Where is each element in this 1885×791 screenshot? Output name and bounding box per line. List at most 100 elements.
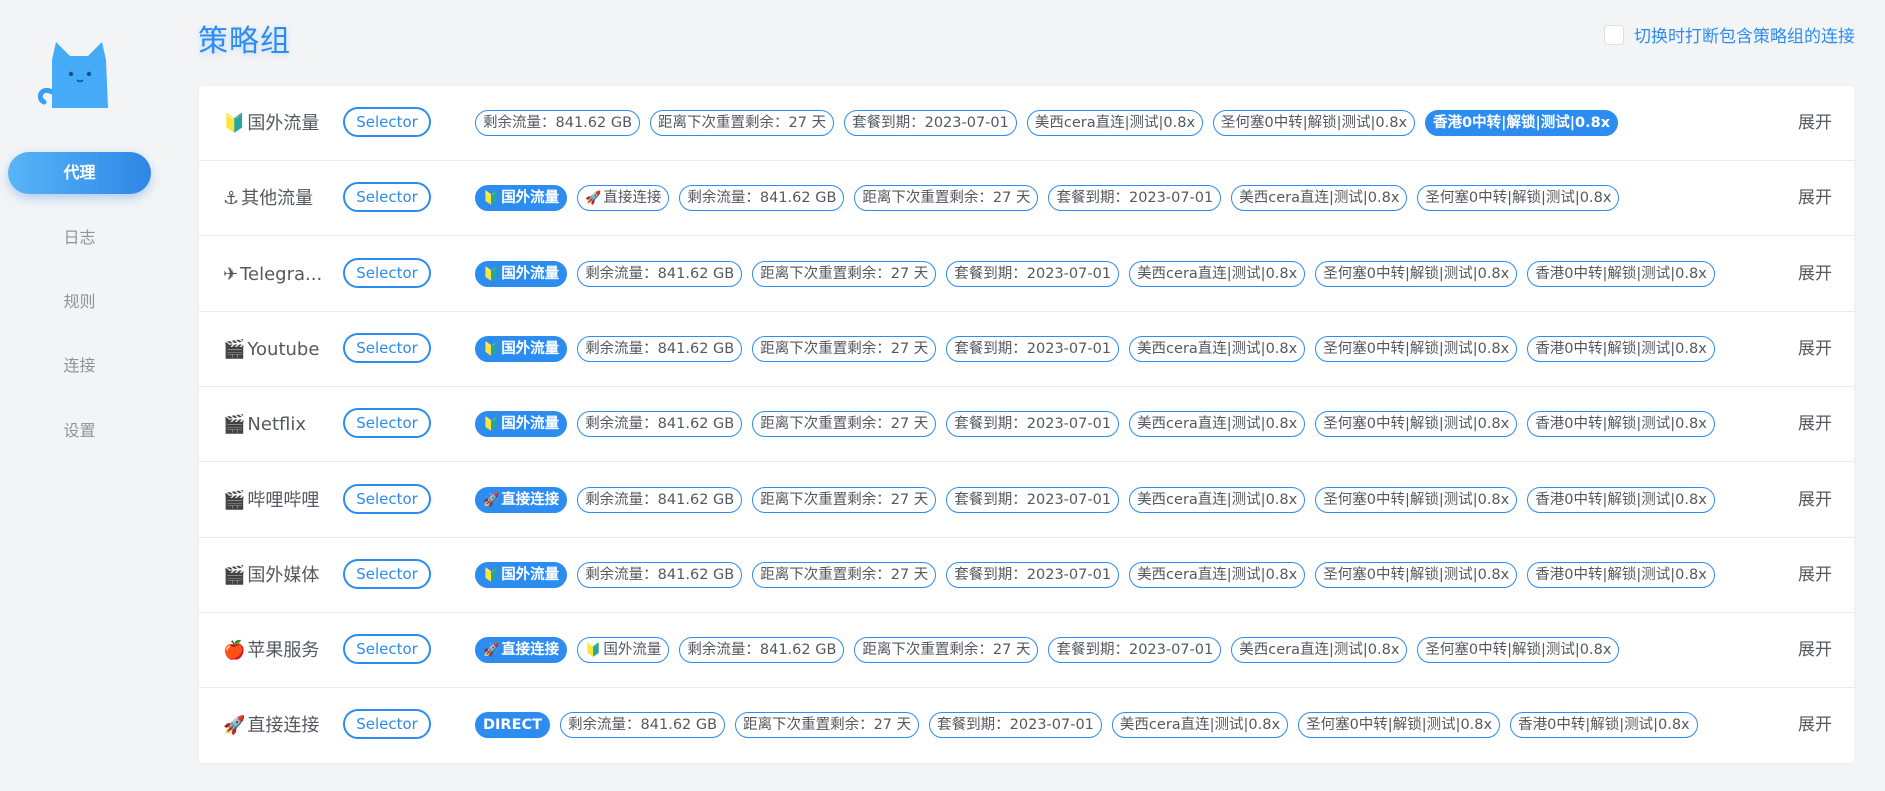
proxy-tag[interactable]: 距离下次重置剩余：27 天: [752, 335, 937, 362]
proxy-tag-label: 圣何塞0中转|解锁|测试|0.8x: [1306, 717, 1493, 734]
group-type-button[interactable]: Selector: [343, 634, 431, 665]
group-type-button[interactable]: Selector: [343, 182, 431, 213]
proxy-tag[interactable]: 圣何塞0中转|解锁|测试|0.8x: [1315, 335, 1518, 362]
proxy-tag[interactable]: 圣何塞0中转|解锁|测试|0.8x: [1213, 110, 1416, 136]
proxy-tag-label: 美西cera直连|测试|0.8x: [1034, 115, 1196, 131]
proxy-tag[interactable]: 套餐到期：2023-07-01: [946, 561, 1120, 588]
sidebar-item-1[interactable]: 日志: [8, 217, 151, 259]
proxy-tag[interactable]: 距离下次重置剩余：27 天: [752, 411, 937, 438]
expand-button[interactable]: 展开: [1798, 387, 1832, 462]
proxy-group-row: 🎬 哔哩哔哩 Selector 🚀 直接连接 剩余流量：841.62 GB 距离下次重置剩余…: [199, 463, 1854, 538]
proxy-tag[interactable]: 套餐到期：2023-07-01: [946, 260, 1120, 287]
proxy-tag[interactable]: 剩余流量：841.62 GB: [577, 335, 743, 362]
proxy-tag[interactable]: 剩余流量：841.62 GB: [679, 637, 845, 664]
proxy-tag-label: 剩余流量：841.62 GB: [585, 340, 735, 357]
proxy-tag[interactable]: 套餐到期：2023-07-01: [1048, 637, 1222, 664]
proxy-tag[interactable]: 圣何塞0中转|解锁|测试|0.8x: [1315, 561, 1518, 588]
expand-button[interactable]: 展开: [1798, 613, 1832, 688]
proxy-tag[interactable]: 🚀 直接连接: [475, 637, 568, 664]
interrupt-connections-toggle[interactable]: 切换时打断包含策略组的连接: [1604, 22, 1855, 47]
proxy-tag[interactable]: 剩余流量：841.62 GB: [577, 260, 743, 287]
proxy-tag[interactable]: 🔰 国外流量: [475, 185, 568, 212]
proxy-tag[interactable]: 套餐到期：2023-07-01: [946, 411, 1120, 438]
proxy-tag[interactable]: 香港0中转|解锁|测试|0.8x: [1425, 110, 1619, 136]
proxy-tag[interactable]: 香港0中转|解锁|测试|0.8x: [1527, 411, 1715, 438]
expand-button[interactable]: 展开: [1798, 688, 1832, 763]
proxy-tag[interactable]: 香港0中转|解锁|测试|0.8x: [1527, 561, 1715, 588]
proxy-tag[interactable]: 🔰 国外流量: [475, 260, 568, 287]
proxy-tag[interactable]: 距离下次重置剩余：27 天: [752, 486, 937, 513]
proxy-tag[interactable]: 🔰 国外流量: [475, 561, 568, 588]
proxy-tag[interactable]: 距离下次重置剩余：27 天: [854, 637, 1039, 664]
proxy-tag[interactable]: 距离下次重置剩余：27 天: [752, 561, 937, 588]
proxy-tag[interactable]: 圣何塞0中转|解锁|测试|0.8x: [1417, 185, 1620, 212]
group-type-button[interactable]: Selector: [343, 332, 431, 363]
proxy-tag[interactable]: 距离下次重置剩余：27 天: [752, 260, 937, 287]
proxy-tag[interactable]: 距离下次重置剩余：27 天: [735, 712, 920, 739]
proxy-tag-label: 圣何塞0中转|解锁|测试|0.8x: [1425, 190, 1612, 207]
proxy-tag-label: 香港0中转|解锁|测试|0.8x: [1535, 491, 1707, 508]
proxy-tag[interactable]: 套餐到期：2023-07-01: [946, 335, 1120, 362]
proxy-tag[interactable]: 剩余流量：841.62 GB: [577, 411, 743, 438]
proxy-tag[interactable]: 剩余流量：841.62 GB: [679, 185, 845, 212]
proxy-tag[interactable]: 香港0中转|解锁|测试|0.8x: [1527, 260, 1715, 287]
proxy-tag[interactable]: 美西cera直连|测试|0.8x: [1129, 411, 1306, 438]
proxy-tag-label: 美西cera直连|测试|0.8x: [1137, 491, 1298, 508]
proxy-tag[interactable]: 🚀 直接连接: [577, 185, 670, 212]
proxy-tag[interactable]: 美西cera直连|测试|0.8x: [1129, 335, 1306, 362]
proxy-tag[interactable]: 圣何塞0中转|解锁|测试|0.8x: [1298, 712, 1501, 739]
expand-button[interactable]: 展开: [1798, 463, 1832, 538]
group-type-button[interactable]: Selector: [343, 107, 431, 137]
sidebar-item-4[interactable]: 设置: [8, 410, 151, 452]
proxy-tag[interactable]: 套餐到期：2023-07-01: [929, 712, 1102, 739]
group-type-button[interactable]: Selector: [343, 483, 431, 514]
proxy-tag[interactable]: 套餐到期：2023-07-01: [1048, 185, 1222, 212]
proxy-tag[interactable]: 距离下次重置剩余：27 天: [650, 110, 835, 136]
proxy-tag[interactable]: 🔰 国外流量: [475, 411, 568, 438]
proxy-tag[interactable]: 美西cera直连|测试|0.8x: [1129, 561, 1306, 588]
proxy-tag[interactable]: 🚀 直接连接: [475, 486, 568, 513]
proxy-tag[interactable]: 圣何塞0中转|解锁|测试|0.8x: [1417, 637, 1620, 664]
proxy-tag-label: 距离下次重置剩余：27 天: [658, 115, 827, 131]
proxy-tag[interactable]: 圣何塞0中转|解锁|测试|0.8x: [1315, 260, 1518, 287]
group-type-button[interactable]: Selector: [343, 408, 431, 439]
proxy-tag[interactable]: 距离下次重置剩余：27 天: [854, 185, 1039, 212]
proxy-tag[interactable]: 美西cera直连|测试|0.8x: [1129, 486, 1306, 513]
proxy-list: 🔰 国外流量 剩余流量：841.62 GB 距离下次重置剩余：27 天套餐到期：202…: [475, 335, 1715, 362]
proxy-tag[interactable]: 圣何塞0中转|解锁|测试|0.8x: [1315, 411, 1518, 438]
clapperboard-icon: 🎬: [223, 414, 246, 436]
sidebar-item-2[interactable]: 规则: [8, 281, 151, 323]
proxy-tag[interactable]: 香港0中转|解锁|测试|0.8x: [1527, 335, 1715, 362]
proxy-tag[interactable]: 剩余流量：841.62 GB: [577, 486, 743, 513]
sidebar-item-0[interactable]: 代理: [8, 152, 151, 194]
group-type-button[interactable]: Selector: [343, 709, 431, 740]
beginner-badge-icon: 🔰: [483, 191, 500, 207]
expand-button[interactable]: 展开: [1798, 161, 1832, 236]
proxy-tag[interactable]: 套餐到期：2023-07-01: [844, 110, 1017, 136]
proxy-tag[interactable]: 🔰 国外流量: [475, 335, 568, 362]
proxy-tag[interactable]: 美西cera直连|测试|0.8x: [1026, 110, 1204, 136]
proxy-tag[interactable]: 香港0中转|解锁|测试|0.8x: [1527, 486, 1715, 513]
interrupt-connections-checkbox[interactable]: [1604, 24, 1624, 45]
apple-icon: 🍎: [223, 640, 246, 662]
proxy-tag[interactable]: 🔰 国外流量: [577, 637, 670, 664]
proxy-tag[interactable]: 美西cera直连|测试|0.8x: [1231, 637, 1408, 664]
proxy-tag[interactable]: 美西cera直连|测试|0.8x: [1111, 712, 1289, 739]
proxy-tag[interactable]: 香港0中转|解锁|测试|0.8x: [1510, 712, 1698, 739]
proxy-tag[interactable]: 剩余流量：841.62 GB: [560, 712, 726, 739]
proxy-tag[interactable]: 美西cera直连|测试|0.8x: [1129, 260, 1306, 287]
expand-button[interactable]: 展开: [1798, 312, 1832, 387]
proxy-tag-label: 美西cera直连|测试|0.8x: [1239, 190, 1400, 207]
group-type-button[interactable]: Selector: [343, 257, 431, 288]
proxy-tag[interactable]: 剩余流量：841.62 GB: [475, 110, 641, 136]
proxy-tag[interactable]: DIRECT: [475, 712, 551, 739]
sidebar-item-3[interactable]: 连接: [8, 345, 151, 387]
proxy-tag[interactable]: 剩余流量：841.62 GB: [577, 561, 743, 588]
expand-button[interactable]: 展开: [1798, 538, 1832, 613]
expand-button[interactable]: 展开: [1798, 86, 1832, 161]
expand-button[interactable]: 展开: [1798, 237, 1832, 312]
proxy-tag[interactable]: 圣何塞0中转|解锁|测试|0.8x: [1315, 486, 1518, 513]
proxy-tag[interactable]: 美西cera直连|测试|0.8x: [1231, 185, 1408, 212]
proxy-tag[interactable]: 套餐到期：2023-07-01: [946, 486, 1120, 513]
group-type-button[interactable]: Selector: [343, 558, 431, 589]
